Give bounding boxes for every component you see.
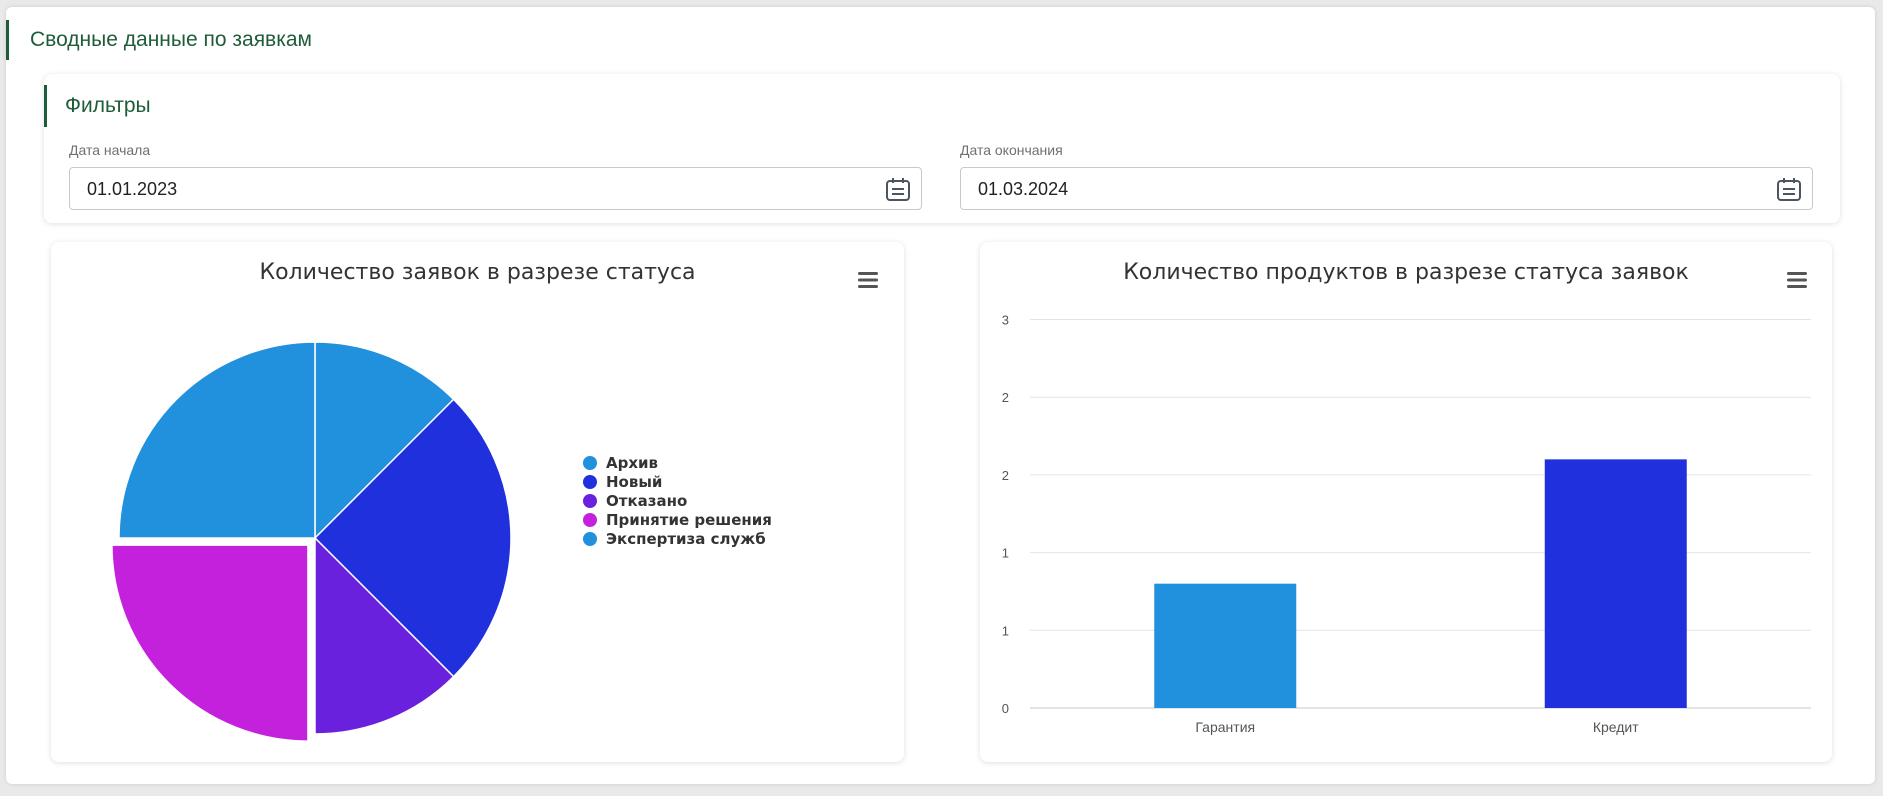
y-tick-label: 1	[1002, 623, 1009, 638]
y-tick-label: 1	[1002, 546, 1009, 561]
legend-label: Архив	[606, 453, 659, 472]
calendar-icon[interactable]	[1776, 176, 1802, 202]
legend-label: Отказано	[606, 491, 688, 510]
status-pie-chart-card: Количество заявок в разрезе статуса	[51, 242, 904, 762]
legend-item[interactable]: Отказано	[583, 491, 772, 510]
end-date-field[interactable]	[960, 167, 1813, 211]
end-date-label: Дата окончания	[960, 142, 1063, 158]
pie-legend: Архив Новый Отказано Принятие решения Экспер…	[583, 453, 772, 548]
filters-panel: Фильтры Дата начала Дата окончания	[44, 74, 1840, 223]
pie-chart-plot	[111, 341, 512, 742]
end-date-input[interactable]	[976, 168, 1661, 211]
y-tick-label: 0	[1002, 701, 1009, 716]
y-tick-label: 3	[1002, 313, 1009, 328]
bar[interactable]	[1154, 583, 1297, 708]
start-date-label: Дата начала	[69, 142, 151, 158]
pie-slice[interactable]	[118, 341, 316, 539]
filters-title: Фильтры	[44, 85, 151, 127]
bar-chart-plot: 0 1 1 2 2 3 Гарантия Кредит	[1002, 313, 1811, 735]
legend-marker	[583, 512, 597, 527]
legend-marker	[583, 474, 597, 489]
legend-marker	[583, 455, 597, 470]
start-date-input[interactable]	[85, 168, 770, 211]
pie-chart-title: Количество заявок в разрезе статуса	[259, 260, 696, 285]
legend-item[interactable]: Экспертиза служб	[583, 529, 772, 548]
legend-marker	[583, 531, 597, 546]
y-tick-label: 2	[1002, 468, 1009, 483]
legend-item[interactable]: Архив	[583, 453, 772, 472]
products-bar-chart-card: Количество продуктов в разрезе статуса з…	[980, 242, 1832, 762]
legend-label: Новый	[606, 472, 663, 491]
legend-label: Экспертиза служб	[606, 529, 766, 548]
y-tick-label: 2	[1002, 390, 1009, 405]
legend-marker	[583, 493, 597, 508]
pie-slice[interactable]	[111, 544, 309, 742]
x-tick-label: Гарантия	[1195, 719, 1255, 735]
page-title: Сводные данные по заявкам	[6, 20, 312, 60]
calendar-icon[interactable]	[885, 176, 911, 202]
legend-item[interactable]: Принятие решения	[583, 510, 772, 529]
chart-menu-icon[interactable]	[856, 270, 880, 290]
bar[interactable]	[1544, 459, 1687, 708]
start-date-field[interactable]	[69, 167, 922, 211]
legend-label: Принятие решения	[606, 510, 772, 529]
x-tick-label: Кредит	[1593, 719, 1639, 735]
legend-item[interactable]: Новый	[583, 472, 772, 491]
